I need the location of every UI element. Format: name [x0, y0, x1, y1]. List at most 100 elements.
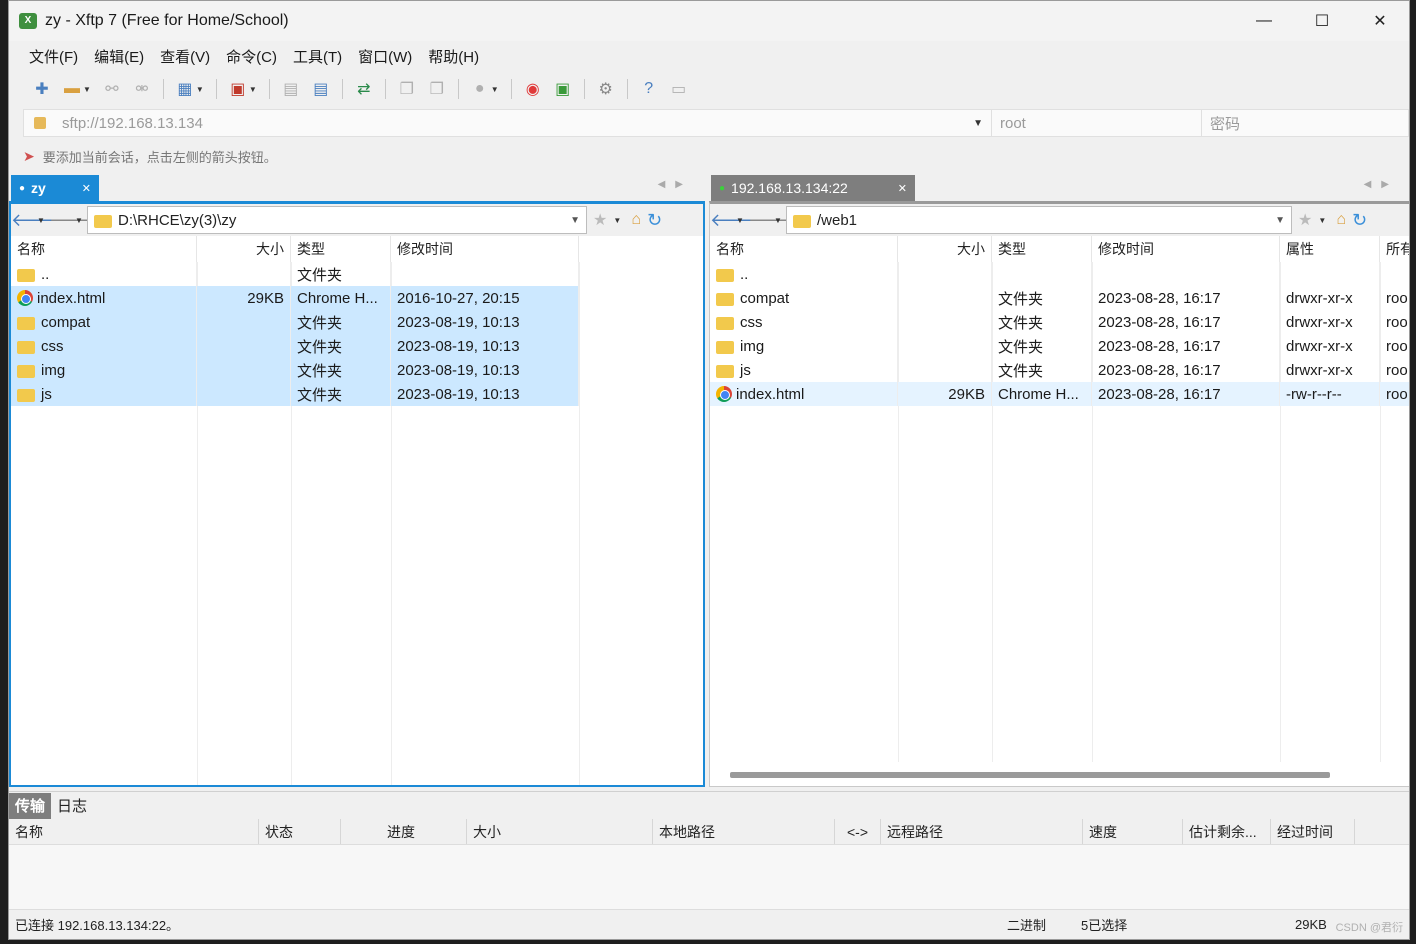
tab-close-icon[interactable]: ✕	[82, 182, 91, 195]
column-modified[interactable]: 修改时间	[391, 236, 579, 262]
list-item[interactable]: css 文件夹 2023-08-19, 10:13	[11, 334, 703, 358]
list-item[interactable]: js 文件夹 2023-08-28, 16:17 drwxr-xr-x roo	[710, 358, 1409, 382]
disconnect-icon[interactable]: ⚮	[129, 76, 155, 102]
column-size[interactable]: 大小	[898, 236, 992, 262]
local-path-input[interactable]: D:\RHCE\zy(3)\zy ▼	[87, 206, 587, 234]
favorite-dropdown-icon[interactable]: ▼	[613, 216, 625, 225]
list-item[interactable]: js 文件夹 2023-08-19, 10:13	[11, 382, 703, 406]
menu-edit[interactable]: 编辑(E)	[86, 46, 152, 67]
column-local-path[interactable]: 本地路径	[653, 819, 835, 844]
sync-icon[interactable]: ⇄	[351, 76, 377, 102]
list-item[interactable]: index.html 29KB Chrome H... 2016-10-27, …	[11, 286, 703, 310]
back-arrow-icon[interactable]: 🡐	[710, 210, 758, 231]
minimize-button[interactable]: —	[1235, 1, 1293, 41]
path-dropdown-icon[interactable]: ▼	[570, 215, 580, 226]
terminal-dropdown-icon[interactable]: ▼	[249, 85, 257, 94]
favorite-dropdown-icon[interactable]: ▼	[1318, 216, 1330, 225]
upload-icon[interactable]: ▤	[278, 76, 304, 102]
username-input[interactable]: root	[992, 110, 1202, 136]
tab-remote-session[interactable]: ● 192.168.13.134:22 ✕	[711, 175, 915, 201]
download-icon[interactable]: ▤	[308, 76, 334, 102]
column-type[interactable]: 类型	[291, 236, 391, 262]
refresh-icon[interactable]: ↻	[1352, 210, 1367, 231]
column-transfer-progress[interactable]: 进度	[341, 819, 467, 844]
bookmark-arrow-icon[interactable]: ➤	[23, 148, 35, 165]
xshell-icon[interactable]: ▣	[550, 76, 576, 102]
file-modified	[1092, 262, 1280, 286]
path-dropdown-icon[interactable]: ▼	[1275, 215, 1285, 226]
column-remote-path[interactable]: 远程路径	[881, 819, 1083, 844]
password-input[interactable]: 密码	[1202, 110, 1408, 136]
options-gear-icon[interactable]: ⚙	[593, 76, 619, 102]
column-transfer-name[interactable]: 名称	[9, 819, 259, 844]
horizontal-scrollbar[interactable]	[730, 772, 1330, 778]
list-item[interactable]: img 文件夹 2023-08-19, 10:13	[11, 358, 703, 382]
list-item[interactable]: ..	[710, 262, 1409, 286]
home-icon[interactable]: ⌂	[1336, 211, 1346, 229]
list-item[interactable]: css 文件夹 2023-08-28, 16:17 drwxr-xr-x roo	[710, 310, 1409, 334]
help-icon[interactable]: ?	[636, 76, 662, 102]
list-item[interactable]: compat 文件夹 2023-08-28, 16:17 drwxr-xr-x …	[710, 286, 1409, 310]
forward-arrow-icon[interactable]: 🡒	[49, 210, 97, 231]
column-type[interactable]: 类型	[992, 236, 1092, 262]
back-arrow-icon[interactable]: 🡐	[11, 210, 59, 231]
column-direction[interactable]: <->	[835, 819, 881, 844]
address-dropdown-icon[interactable]: ▼	[973, 118, 983, 129]
local-file-view: 🡐 ▼ 🡒 ▼ D:\RHCE\zy(3)\zy ▼ ★ ▼ ⌂ ↻ 名称 大小…	[9, 201, 705, 787]
tab-close-icon[interactable]: ✕	[898, 182, 907, 195]
menu-window[interactable]: 窗口(W)	[350, 46, 420, 67]
chat-icon[interactable]: ▭	[666, 76, 692, 102]
menu-view[interactable]: 查看(V)	[152, 46, 218, 67]
favorite-star-icon[interactable]: ★	[593, 210, 607, 230]
column-eta[interactable]: 估计剩余...	[1183, 819, 1271, 844]
tab-scroll-arrows-icon[interactable]: ◀▶	[1364, 179, 1399, 190]
session-dropdown-icon[interactable]: ▼	[196, 85, 204, 94]
column-transfer-status[interactable]: 状态	[259, 819, 341, 844]
paste-icon[interactable]: ❐	[424, 76, 450, 102]
column-attributes[interactable]: 属性	[1280, 236, 1380, 262]
forward-dropdown-icon[interactable]: ▼	[75, 216, 87, 225]
close-button[interactable]: ✕	[1351, 1, 1409, 41]
column-name[interactable]: 名称	[11, 236, 197, 262]
column-elapsed[interactable]: 经过时间	[1271, 819, 1355, 844]
terminal-icon[interactable]: ▣	[225, 76, 251, 102]
home-icon[interactable]: ⌂	[631, 211, 641, 229]
tab-log[interactable]: 日志	[51, 793, 93, 819]
column-modified[interactable]: 修改时间	[1092, 236, 1280, 262]
forward-dropdown-icon[interactable]: ▼	[774, 216, 786, 225]
tab-scroll-arrows-icon[interactable]: ◀▶	[658, 179, 693, 190]
column-transfer-size[interactable]: 大小	[467, 819, 653, 844]
forward-arrow-icon[interactable]: 🡒	[748, 210, 796, 231]
column-owner[interactable]: 所有	[1380, 236, 1409, 262]
connect-icon[interactable]: ⚯	[99, 76, 125, 102]
list-item[interactable]: compat 文件夹 2023-08-19, 10:13	[11, 310, 703, 334]
list-item[interactable]: img 文件夹 2023-08-28, 16:17 drwxr-xr-x roo	[710, 334, 1409, 358]
refresh-icon[interactable]: ↻	[647, 210, 662, 231]
column-speed[interactable]: 速度	[1083, 819, 1183, 844]
back-dropdown-icon[interactable]: ▼	[736, 216, 748, 225]
stop-dropdown-icon[interactable]: ▼	[491, 85, 499, 94]
open-folder-icon[interactable]: ▬	[59, 76, 85, 102]
open-dropdown-icon[interactable]: ▼	[83, 85, 91, 94]
stop-icon[interactable]: ●	[467, 76, 493, 102]
tab-local-zy[interactable]: ● zy ✕	[11, 175, 99, 201]
menu-help[interactable]: 帮助(H)	[420, 46, 487, 67]
column-size[interactable]: 大小	[197, 236, 291, 262]
favorite-star-icon[interactable]: ★	[1298, 210, 1312, 230]
menu-file[interactable]: 文件(F)	[21, 46, 86, 67]
session-settings-icon[interactable]: ▦	[172, 76, 198, 102]
back-dropdown-icon[interactable]: ▼	[37, 216, 49, 225]
copy-icon[interactable]: ❐	[394, 76, 420, 102]
list-item[interactable]: index.html 29KB Chrome H... 2023-08-28, …	[710, 382, 1409, 406]
list-item[interactable]: .. 文件夹	[11, 262, 703, 286]
menu-command[interactable]: 命令(C)	[218, 46, 285, 67]
host-address-input[interactable]: sftp://192.168.13.134 ▼	[24, 110, 992, 136]
netsarang-icon[interactable]: ◉	[520, 76, 546, 102]
tab-transfers[interactable]: 传输	[9, 792, 52, 819]
new-session-icon[interactable]: ✚	[29, 76, 55, 102]
menu-tools[interactable]: 工具(T)	[285, 46, 350, 67]
column-name[interactable]: 名称	[710, 236, 898, 262]
maximize-button[interactable]: ☐	[1293, 1, 1351, 41]
transfer-mode[interactable]: 二进制	[1007, 915, 1046, 934]
remote-path-input[interactable]: /web1 ▼	[786, 206, 1292, 234]
